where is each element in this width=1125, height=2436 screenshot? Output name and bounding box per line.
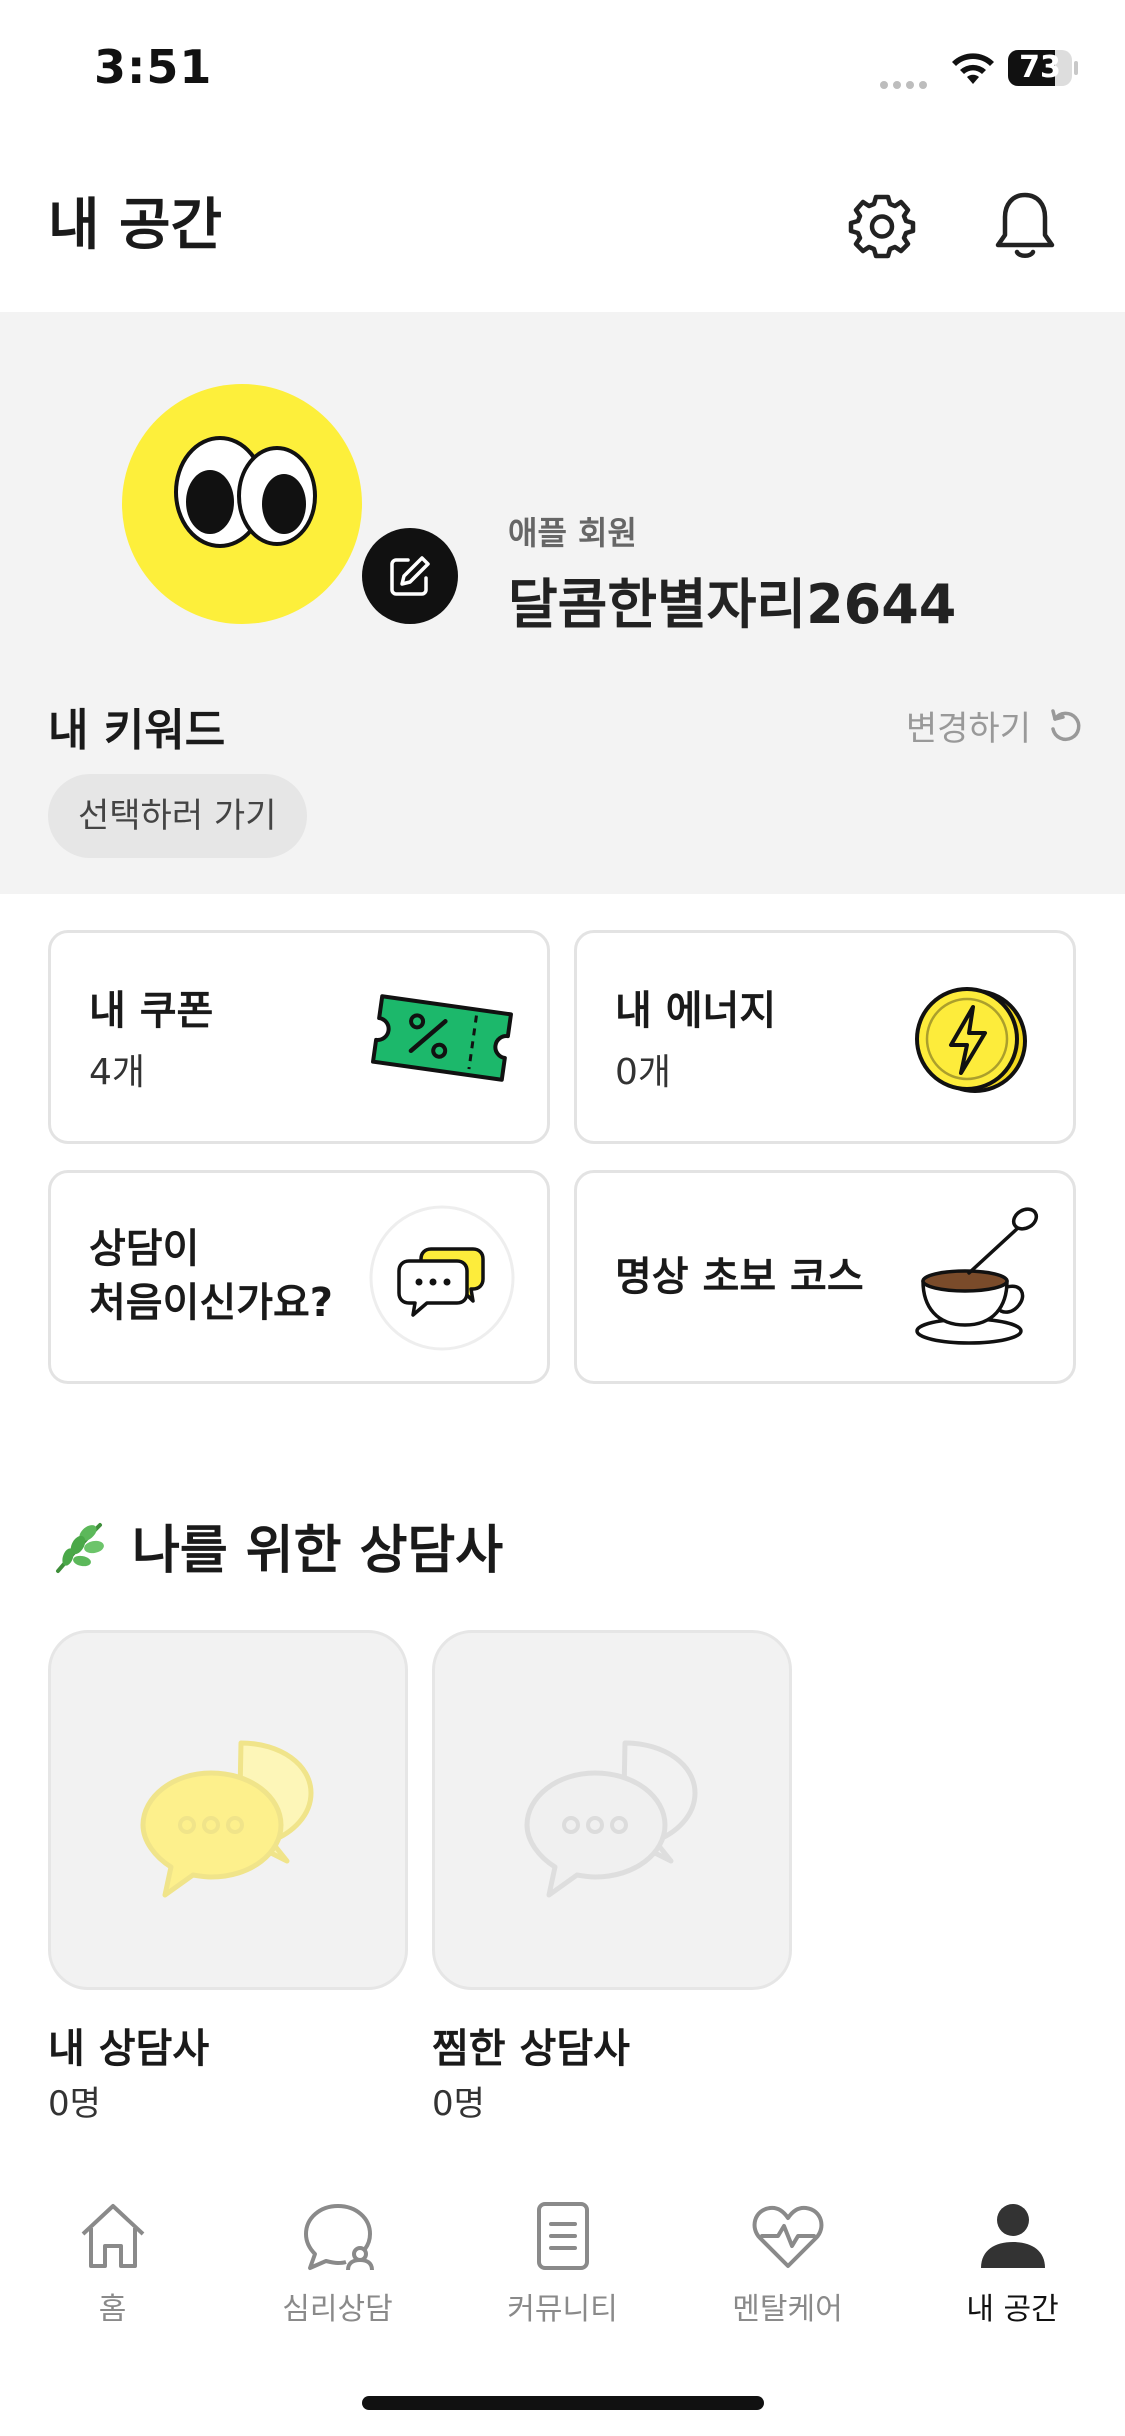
battery-percent: 73: [1019, 50, 1061, 85]
edit-profile-button[interactable]: [362, 528, 458, 624]
app-screen: 3:51 73 내 공간 애플 회원 달콤한별자리2644 내 키워드 변경하기…: [0, 0, 1125, 2436]
gear-icon: [848, 194, 916, 259]
my-counselor-label: 내 상담사: [48, 2026, 210, 2072]
chat-bubbles-icon: [369, 1205, 515, 1351]
energy-card[interactable]: 내 에너지 0개: [574, 930, 1076, 1144]
notifications-button[interactable]: [985, 185, 1065, 265]
tab-counseling[interactable]: 심리상담: [225, 2196, 450, 2336]
counselor-section-title: 나를 위한 상담사: [48, 1508, 503, 1583]
community-document-icon: [536, 2202, 589, 2270]
wifi-icon: [952, 53, 994, 84]
home-indicator: [362, 2396, 764, 2410]
liked-counselor-label: 찜한 상담사: [432, 2026, 630, 2072]
edit-icon: [390, 556, 430, 596]
counseling-chat-icon: [303, 2204, 374, 2271]
select-keyword-chip[interactable]: 선택하러 가기: [48, 774, 307, 858]
my-counselor-card[interactable]: [48, 1630, 408, 1990]
energy-coin-icon: [915, 987, 1027, 1093]
keyword-title: 내 키워드: [48, 705, 226, 756]
tab-home[interactable]: 홈: [0, 2196, 225, 2336]
profile-section: 애플 회원 달콤한별자리2644 내 키워드 변경하기 선택하러 가기: [0, 312, 1125, 894]
tab-home-label: 홈: [98, 2292, 127, 2327]
coupon-card[interactable]: 내 쿠폰 4개: [48, 930, 550, 1144]
meditation-title: 명상 초보 코스: [615, 1254, 864, 1300]
coupon-count: 4개: [89, 1052, 146, 1093]
eyes-icon: [174, 436, 317, 548]
first-counsel-card[interactable]: 상담이 처음이신가요?: [48, 1170, 550, 1384]
change-keyword-label: 변경하기: [905, 708, 1031, 749]
tab-my-space-label: 내 공간: [966, 2292, 1059, 2327]
energy-count: 0개: [615, 1052, 672, 1093]
person-icon: [980, 2204, 1045, 2268]
home-icon: [81, 2204, 144, 2268]
coupon-ticket-icon: [371, 994, 513, 1082]
tab-my-space[interactable]: 내 공간: [900, 2196, 1125, 2336]
status-time: 3:51: [94, 40, 213, 94]
chat-bubbles-icon: [140, 1740, 314, 1898]
meditation-course-card[interactable]: 명상 초보 코스: [574, 1170, 1076, 1384]
tab-mental-care-label: 멘탈케어: [732, 2292, 843, 2327]
energy-title: 내 에너지: [615, 988, 777, 1034]
tab-community-label: 커뮤니티: [507, 2292, 618, 2327]
bell-icon: [995, 192, 1055, 258]
avatar: [122, 384, 362, 624]
leaf-icon: [56, 1522, 104, 1573]
coupon-title: 내 쿠폰: [89, 988, 214, 1034]
tab-community[interactable]: 커뮤니티: [450, 2196, 675, 2336]
my-counselor-count: 0명: [48, 2084, 101, 2124]
battery-icon: 73: [1008, 50, 1078, 86]
refresh-icon: [1051, 709, 1081, 742]
chat-bubbles-icon: [524, 1740, 698, 1898]
tab-mental-care[interactable]: 멘탈케어: [675, 2196, 900, 2336]
counselor-section-label: 나를 위한 상담사: [132, 1521, 504, 1581]
status-bar: 3:51 73: [0, 0, 1125, 140]
member-type: 애플 회원: [508, 514, 637, 552]
page-title: 내 공간: [48, 193, 223, 258]
tab-counseling-label: 심리상담: [282, 2292, 393, 2327]
liked-counselor-card[interactable]: [432, 1630, 792, 1990]
nickname: 달콤한별자리2644: [508, 573, 957, 636]
change-keyword-button[interactable]: 변경하기: [906, 700, 1085, 750]
signal-icon: [880, 74, 932, 89]
heart-pulse-icon: [752, 2205, 823, 2268]
settings-button[interactable]: [842, 185, 922, 265]
first-counsel-title-line2: 처음이신가요?: [89, 1280, 334, 1326]
liked-counselor-count: 0명: [432, 2084, 485, 2124]
coffee-cup-icon: [915, 1207, 1039, 1345]
first-counsel-title-line1: 상담이: [89, 1226, 200, 1272]
page-header: 내 공간: [0, 160, 1125, 310]
